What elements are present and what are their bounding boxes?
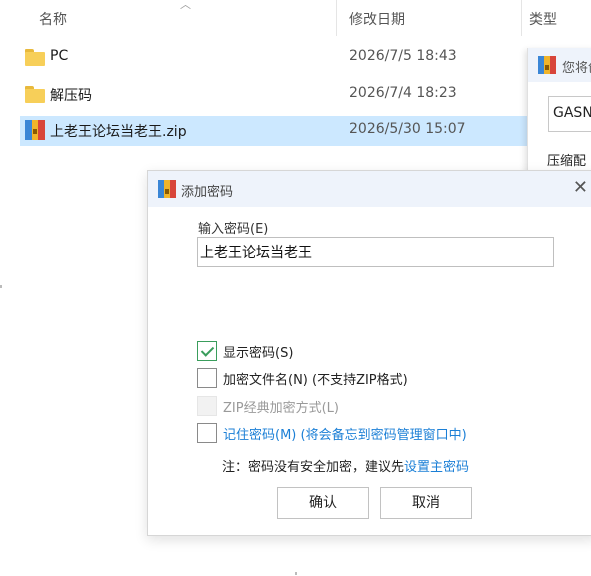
background-window-label: 压缩配 (547, 154, 587, 169)
set-master-password-link[interactable]: 设置主密码 (404, 460, 469, 475)
zip-archive-icon (25, 120, 45, 140)
password-label: 输入密码(E) (198, 222, 269, 237)
background-window-field[interactable]: GASN (548, 96, 591, 132)
zip-archive-icon (538, 56, 556, 74)
column-name[interactable]: 名称 (39, 9, 67, 29)
file-name: 解压码 (50, 88, 92, 104)
encrypt-filenames-label[interactable]: 加密文件名(N) (不支持ZIP格式) (223, 369, 408, 388)
close-icon[interactable]: ✕ (573, 177, 588, 198)
file-row-zip[interactable]: 上老王论坛当老王.zip 2026/5/30 15:07 (20, 116, 530, 146)
dialog-titlebar[interactable]: 添加密码 ✕ (148, 171, 591, 207)
confirm-button[interactable]: 确认 (277, 487, 369, 519)
column-header: ︿ 名称 修改日期 类型 (0, 0, 591, 36)
password-input[interactable] (197, 237, 554, 267)
sort-up-icon: ︿ (180, 0, 191, 11)
file-name: 上老王论坛当老王.zip (50, 124, 187, 140)
file-row-unzip-code[interactable]: 解压码 2026/7/4 18:23 (20, 80, 530, 110)
column-type[interactable]: 类型 (529, 9, 557, 29)
dialog-title: 添加密码 (181, 185, 234, 200)
remember-password-checkbox[interactable] (197, 423, 217, 443)
column-modified[interactable]: 修改日期 (349, 9, 405, 29)
remember-password-label[interactable]: 记住密码(M) (将会备忘到密码管理窗口中) (223, 424, 467, 443)
file-date: 2026/7/4 18:23 (349, 85, 457, 101)
edge-marker (295, 572, 297, 575)
column-divider[interactable] (336, 0, 337, 36)
column-divider[interactable] (521, 0, 522, 36)
cancel-button[interactable]: 取消 (380, 487, 472, 519)
background-window[interactable]: 您将创 GASN 压缩配 (527, 48, 591, 178)
add-password-dialog: 添加密码 ✕ 输入密码(E) 显示密码(S) 加密文件名(N) (不支持ZIP格… (147, 170, 591, 536)
security-note-text: 注：密码没有安全加密，建议先 (222, 460, 405, 475)
show-password-checkbox[interactable] (197, 341, 217, 361)
security-note: 注：密码没有安全加密，建议先设置主密码 (222, 456, 469, 475)
file-date: 2026/7/5 18:43 (349, 48, 457, 64)
show-password-label[interactable]: 显示密码(S) (223, 342, 293, 361)
background-window-title: 您将创 (562, 61, 591, 76)
folder-icon (25, 84, 45, 104)
file-date: 2026/5/30 15:07 (349, 121, 466, 137)
file-row-pc[interactable]: PC 2026/7/5 18:43 (20, 43, 530, 73)
file-name: PC (50, 48, 69, 64)
zip-archive-icon (158, 180, 176, 198)
background-window-field-value: GASN (553, 105, 591, 121)
folder-icon (25, 47, 45, 67)
zip-classic-label: ZIP经典加密方式(L) (223, 401, 339, 416)
background-window-titlebar: 您将创 (528, 48, 591, 82)
zip-classic-checkbox (197, 396, 217, 416)
edge-marker (0, 285, 2, 288)
encrypt-filenames-checkbox[interactable] (197, 368, 217, 388)
